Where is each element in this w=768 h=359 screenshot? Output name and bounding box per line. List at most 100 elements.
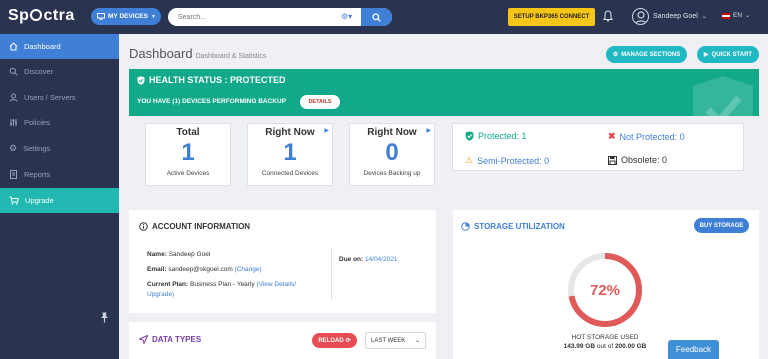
page-subtitle: Dashboard & Statistics: [195, 53, 267, 60]
due-date-row: Due on: 14/04/2021: [339, 256, 398, 263]
storage-percent: 72%: [589, 281, 621, 299]
chevron-down-icon: ⌄: [745, 13, 751, 19]
account-info-panel: ACCOUNT INFORMATION Name: Sandeep Goel E…: [129, 210, 436, 313]
quick-start-button[interactable]: ▶ QUICK START: [697, 46, 759, 63]
shield-watermark-icon: [693, 76, 753, 116]
plan-label: Current Plan:: [147, 281, 189, 288]
logo-text-left: Sp: [8, 7, 30, 24]
health-status-title: HEALTH STATUS : PROTECTED: [137, 75, 286, 85]
health-status-text: HEALTH STATUS : PROTECTED: [149, 75, 286, 85]
warning-icon: ⚠: [465, 155, 474, 165]
sidebar: Dashboard Discover Users / Servers Polic…: [0, 34, 119, 359]
logo-text-right: ctra: [43, 7, 75, 24]
due-value: 14/04/2021: [365, 256, 398, 263]
chevron-down-icon: ▼: [150, 13, 156, 20]
sidebar-item-users-servers[interactable]: Users / Servers: [0, 85, 119, 110]
floppy-icon: [608, 155, 617, 165]
stat-heading: Total: [176, 127, 200, 138]
flag-icon: [722, 12, 730, 19]
my-devices-label: MY DEVICES: [108, 13, 148, 20]
divider: [331, 248, 332, 300]
view-details-link[interactable]: (View Details/: [256, 281, 296, 288]
backup-message: YOU HAVE (1) DEVICES PERFORMING BACKUP: [137, 98, 287, 105]
page-title-text: Dashboard: [129, 46, 193, 61]
semi-protected-status[interactable]: ⚠ Semi-Protected: 0: [465, 155, 549, 166]
connected-devices-card[interactable]: ▶ Right Now 1 Connected Devices: [247, 123, 333, 186]
account-plan-row-2: Upgrade): [147, 291, 174, 298]
obsolete-status[interactable]: Obsolete: 0: [608, 155, 667, 165]
shield-check-icon: [137, 75, 145, 85]
due-label: Due on:: [339, 256, 364, 263]
reload-label: RELOAD: [318, 337, 344, 344]
stat-label: Devices Backing up: [363, 170, 421, 177]
email-value: sandeep@skgoel.com: [168, 266, 233, 273]
not-protected-text: Not Protected: 0: [619, 131, 685, 142]
gear-icon: ⚙: [612, 52, 619, 58]
user-icon: [634, 11, 647, 24]
account-plan-row: Current Plan: Business Plan - Yearly (Vi…: [147, 281, 296, 288]
manage-sections-label: MANAGE SECTIONS: [621, 51, 681, 58]
reload-button[interactable]: RELOAD ⟳: [312, 333, 357, 348]
total-devices-card[interactable]: Total 1 Active Devices: [145, 123, 231, 186]
language-selector[interactable]: EN ⌄: [722, 12, 750, 19]
language-label: EN: [733, 12, 743, 19]
spectra-logo[interactable]: Sp ctra: [8, 7, 75, 25]
date-range-select[interactable]: LAST WEEK ⌄: [365, 332, 426, 349]
search-icon: [372, 12, 381, 22]
search-input[interactable]: [178, 11, 338, 23]
top-bar: Spctra MY DEVICES ▼ ⚙▾ SETUP BKP365 CONN…: [0, 0, 768, 34]
stat-heading: Right Now: [265, 127, 315, 138]
change-email-link[interactable]: (Change): [235, 266, 262, 273]
storage-used-value: 143.99 GB out of 200.00 GB: [540, 343, 670, 350]
data-types-title-text: DATA TYPES: [152, 335, 202, 344]
backing-up-devices-card[interactable]: ▶ Right Now 0 Devices Backing up: [349, 123, 435, 186]
stat-heading: Right Now: [367, 127, 417, 138]
protected-text: Protected: 1: [478, 131, 527, 141]
caret-right-icon: ▶: [324, 128, 329, 134]
manage-sections-button[interactable]: ⚙ MANAGE SECTIONS: [606, 46, 687, 63]
total-value: 200.00 GB: [614, 343, 647, 350]
sidebar-item-dashboard[interactable]: Dashboard: [0, 34, 119, 59]
sidebar-item-label: Upgrade: [25, 196, 54, 205]
user-menu[interactable]: Sandeep Goel ⌄: [632, 8, 707, 25]
health-status-banner: HEALTH STATUS : PROTECTED YOU HAVE (1) D…: [129, 69, 759, 116]
semi-protected-text: Semi-Protected: 0: [477, 155, 550, 166]
account-name-row: Name: Sandeep Goel: [147, 251, 210, 258]
name-label: Name:: [147, 251, 167, 258]
used-value: 143.99 GB: [563, 343, 596, 350]
refresh-icon: ⟳: [345, 338, 351, 344]
name-value: Sandeep Goel: [168, 251, 211, 258]
account-email-row: Email: sandeep@skgoel.com (Change): [147, 266, 262, 273]
sidebar-item-label: Reports: [24, 170, 51, 179]
send-icon: [139, 335, 148, 344]
sidebar-item-policies[interactable]: Policies: [0, 110, 119, 135]
sidebar-item-upgrade[interactable]: Upgrade: [0, 188, 119, 213]
plan-value: Business Plan - Yearly: [189, 281, 255, 288]
storage-title-text: STORAGE UTILIZATION: [474, 222, 565, 231]
caret-right-icon: ▶: [426, 128, 431, 134]
sidebar-item-discover[interactable]: Discover: [0, 59, 119, 84]
gear-icon: ⚙: [9, 143, 18, 153]
avatar: [632, 8, 649, 25]
upgrade-link[interactable]: Upgrade): [147, 291, 174, 298]
sidebar-item-reports[interactable]: Reports: [0, 162, 119, 187]
email-label: Email:: [147, 266, 167, 273]
feedback-button[interactable]: Feedback: [668, 340, 719, 359]
buy-storage-button[interactable]: BUY STORAGE: [694, 218, 749, 233]
protection-status-box: Protected: 1 ✖ Not Protected: 0 ⚠ Semi-P…: [452, 123, 744, 171]
storage-title: STORAGE UTILIZATION: [461, 222, 565, 231]
search-settings-icon[interactable]: ⚙▾: [341, 12, 352, 21]
search-icon: [9, 67, 18, 76]
protected-status[interactable]: Protected: 1: [465, 131, 527, 141]
search-button[interactable]: [361, 8, 392, 26]
users-icon: [9, 93, 18, 102]
details-button[interactable]: DETAILS: [300, 95, 340, 109]
setup-bkp365-button[interactable]: SETUP BKP365 CONNECT: [508, 8, 595, 26]
stat-label: Active Devices: [166, 170, 210, 177]
pin-icon[interactable]: [100, 312, 109, 323]
my-devices-button[interactable]: MY DEVICES ▼: [91, 8, 161, 25]
sidebar-item-settings[interactable]: ⚙ Settings: [0, 136, 119, 161]
not-protected-status[interactable]: ✖ Not Protected: 0: [608, 131, 685, 142]
data-types-title: DATA TYPES: [139, 335, 201, 344]
bell-icon[interactable]: [603, 10, 613, 22]
